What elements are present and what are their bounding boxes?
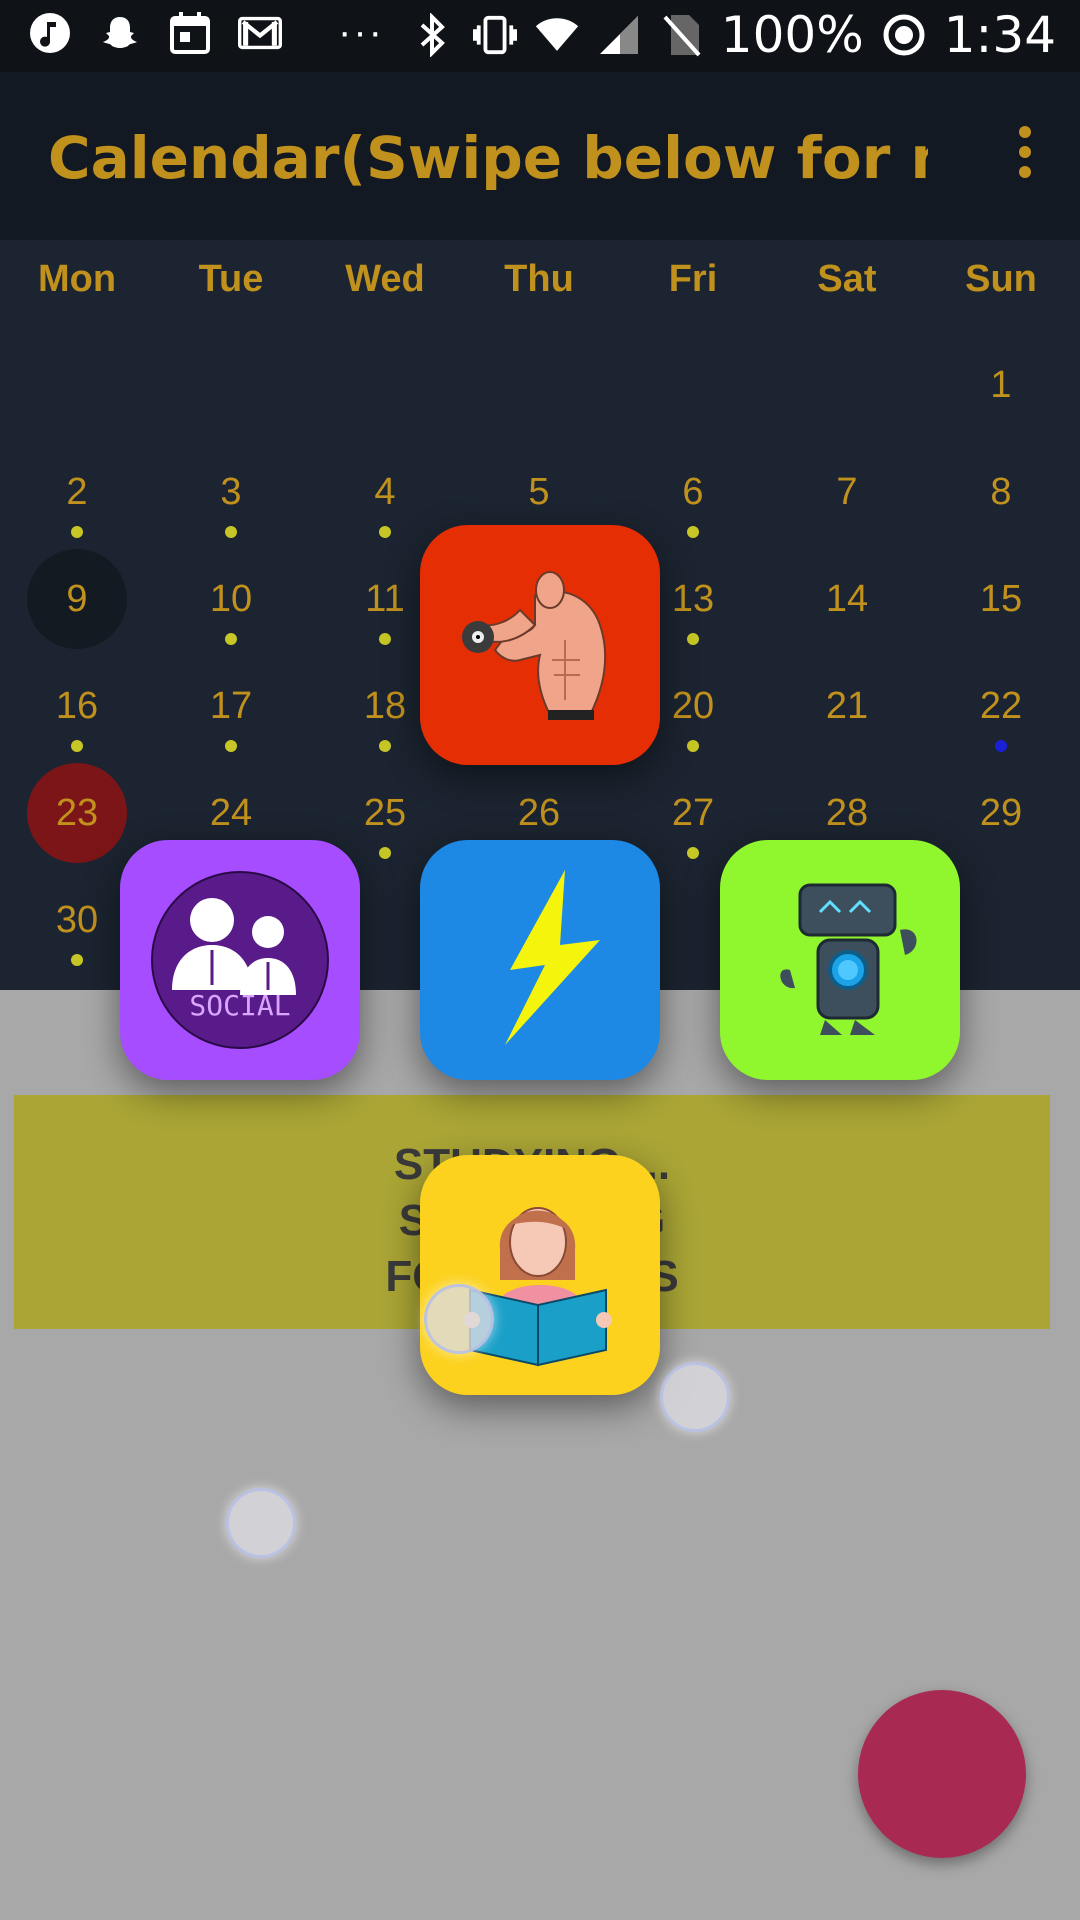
touch-indicator [660, 1362, 730, 1432]
weekday-label: Tue [198, 258, 264, 300]
event-dot [687, 847, 699, 859]
focus-icon [882, 13, 926, 57]
energy-app-button[interactable] [420, 840, 660, 1080]
vibrate-icon [472, 13, 517, 57]
wifi-icon [535, 13, 579, 57]
event-dot [687, 633, 699, 645]
calendar-day[interactable]: 22 [951, 656, 1051, 756]
event-dot [71, 526, 83, 538]
weekday-label: Mon [37, 258, 117, 300]
signal-icon [597, 13, 641, 57]
no-sim-icon [659, 13, 703, 57]
calendar-day[interactable]: 4 [335, 442, 435, 542]
study-app-button[interactable] [420, 1155, 660, 1395]
calendar-day[interactable]: 27 [643, 763, 743, 863]
calendar-day-selected[interactable]: 23 [27, 763, 127, 863]
calendar-day-today[interactable]: 9 [27, 549, 127, 649]
more-notifications-indicator: ··· [338, 10, 384, 54]
gmail-icon [238, 11, 282, 55]
event-dot [379, 633, 391, 645]
calendar-day[interactable]: 21 [797, 656, 897, 756]
battery-percent: 100% [720, 6, 864, 64]
calendar-day[interactable]: 1 [951, 335, 1051, 435]
event-dot [379, 740, 391, 752]
event-dot [71, 740, 83, 752]
calendar-day[interactable]: 30 [27, 870, 127, 970]
weekday-label: Sun [965, 258, 1037, 300]
weekday-label: Fri [668, 258, 718, 300]
calendar-day[interactable]: 29 [951, 763, 1051, 863]
social-logo-text: SOCIAL [189, 989, 290, 1022]
touch-indicator [226, 1488, 296, 1558]
calendar-day[interactable]: 25 [335, 763, 435, 863]
overflow-menu-icon[interactable] [1010, 126, 1040, 186]
calendar-day[interactable]: 8 [951, 442, 1051, 542]
page-title: Calendar(Swipe below for m… [48, 124, 928, 192]
event-dot [379, 526, 391, 538]
weekday-label: Thu [504, 258, 574, 300]
fitness-app-button[interactable] [420, 525, 660, 765]
event-dot [687, 740, 699, 752]
event-dot [687, 526, 699, 538]
calendar-day[interactable]: 3 [181, 442, 281, 542]
music-icon [28, 11, 72, 55]
calendar-day[interactable]: 14 [797, 549, 897, 649]
event-dot [379, 847, 391, 859]
weekday-header: Mon Tue Wed Thu Fri Sat Sun [0, 258, 1080, 318]
calendar-day[interactable]: 6 [643, 442, 743, 542]
lightning-icon [505, 870, 600, 1045]
weekday-label: Sat [817, 258, 877, 300]
weekday-label: Wed [345, 258, 425, 300]
calendar-day[interactable]: 7 [797, 442, 897, 542]
app-bar: Calendar(Swipe below for m… [0, 72, 1080, 240]
social-logo-icon: SOCIAL [151, 871, 329, 1049]
clock: 1:34 [943, 6, 1056, 64]
calendar-icon [168, 11, 212, 55]
social-app-button[interactable]: SOCIAL [120, 840, 360, 1080]
touch-indicator [424, 1284, 494, 1354]
event-dot [71, 954, 83, 966]
event-dot [225, 526, 237, 538]
calendar-day[interactable]: 2 [27, 442, 127, 542]
bodybuilder-icon [462, 571, 607, 720]
status-bar: ··· 100% 1:34 [0, 0, 1080, 72]
event-dot [225, 740, 237, 752]
robot-icon [780, 883, 917, 1035]
calendar-day[interactable]: 10 [181, 549, 281, 649]
floating-action-button[interactable] [858, 1690, 1026, 1858]
calendar-day[interactable]: 15 [951, 549, 1051, 649]
calendar-day[interactable]: 17 [181, 656, 281, 756]
robot-app-button[interactable] [720, 840, 960, 1080]
snapchat-icon [98, 11, 142, 55]
calendar-day[interactable]: 16 [27, 656, 127, 756]
event-dot [995, 740, 1007, 752]
bluetooth-icon [411, 13, 455, 57]
event-dot [225, 633, 237, 645]
